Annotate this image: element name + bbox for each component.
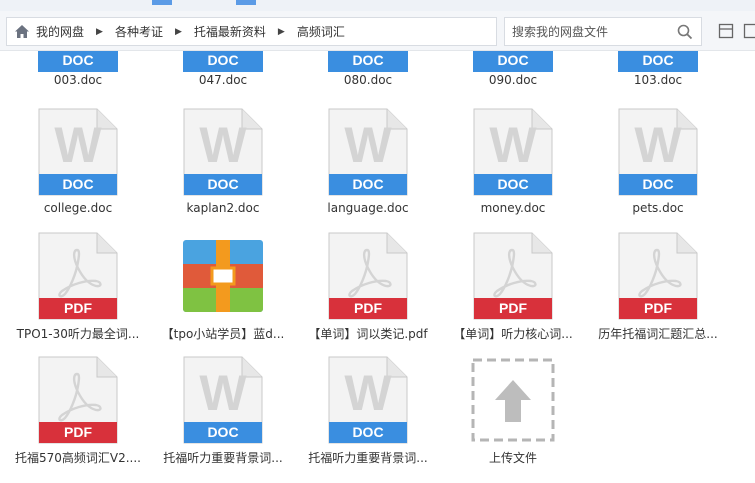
file-item[interactable]: W DOC 托福听力重要背景词... xyxy=(298,356,438,466)
file-name: language.doc xyxy=(327,201,409,215)
file-type-badge: DOC xyxy=(618,51,698,72)
file-type-badge: DOC xyxy=(497,176,529,192)
file-type-badge: DOC xyxy=(352,424,384,440)
file-name: 【单词】听力核心词... xyxy=(453,327,573,341)
file-type-badge: DOC xyxy=(207,424,239,440)
file-item[interactable]: PDF 历年托福词汇题汇总... xyxy=(588,232,728,342)
file-item[interactable]: W DOC kaplan2.doc xyxy=(153,108,293,218)
breadcrumb: 我的网盘 ▶ 各种考证 ▶ 托福最新资料 ▶ 高频词汇 xyxy=(6,17,497,46)
file-name: 103.doc xyxy=(633,73,683,87)
breadcrumb-item-toefl[interactable]: 托福最新资料 ▶ xyxy=(194,23,297,40)
file-name: college.doc xyxy=(43,201,113,215)
file-name: 【单词】词以类记.pdf xyxy=(308,327,428,341)
svg-text:W: W xyxy=(344,117,392,173)
file-name: money.doc xyxy=(480,201,546,215)
breadcrumb-label: 托福最新资料 xyxy=(193,25,266,39)
file-name: 上传文件 xyxy=(488,451,537,465)
file-type-badge: PDF xyxy=(644,300,672,316)
file-type-badge: DOC xyxy=(207,176,239,192)
file-type-badge: DOC xyxy=(473,51,553,72)
file-item[interactable]: W DOC money.doc xyxy=(443,108,583,218)
file-name: TPO1-30听力最全词... xyxy=(16,327,140,341)
file-type-badge: PDF xyxy=(64,300,92,316)
file-name: 【tpo小站学员】蓝d... xyxy=(161,327,285,341)
file-grid: DOC 003.doc DOC 047.doc DOC 080.doc DOC 090.doc… xyxy=(0,51,755,483)
file-type-badge: DOC xyxy=(183,51,263,72)
svg-text:W: W xyxy=(199,117,247,173)
breadcrumb-separator-icon: ▶ xyxy=(174,26,182,37)
breadcrumb-label: 我的网盘 xyxy=(36,25,85,39)
file-item[interactable]: DOC 103.doc xyxy=(588,51,728,91)
svg-text:W: W xyxy=(199,365,247,421)
file-name: 047.doc xyxy=(198,73,248,87)
file-item[interactable]: W DOC pets.doc xyxy=(588,108,728,218)
breadcrumb-item-current[interactable]: 高频词汇 xyxy=(297,23,345,40)
svg-text:W: W xyxy=(634,117,682,173)
breadcrumb-separator-icon: ▶ xyxy=(96,26,103,37)
file-name: 托福听力重要背景词... xyxy=(163,451,283,465)
file-name: 托福听力重要背景词... xyxy=(308,451,428,465)
file-type-badge: PDF xyxy=(499,300,527,316)
archive-file-icon xyxy=(183,232,263,320)
file-type-badge: DOC xyxy=(38,51,118,72)
file-item[interactable]: PDF TPO1-30听力最全词... xyxy=(8,232,148,342)
breadcrumb-item-root[interactable]: 我的网盘 ▶ xyxy=(31,23,115,40)
breadcrumb-label: 各种考证 xyxy=(114,25,163,39)
file-name: 003.doc xyxy=(53,73,103,87)
breadcrumb-separator-icon: ▶ xyxy=(277,26,285,37)
file-item[interactable]: W DOC 托福听力重要背景词... xyxy=(153,356,293,466)
file-name: 历年托福词汇题汇总... xyxy=(598,327,718,341)
toolbar: 我的网盘 ▶ 各种考证 ▶ 托福最新资料 ▶ 高频词汇 xyxy=(0,11,755,51)
file-type-badge: DOC xyxy=(352,176,384,192)
top-strip-marker xyxy=(152,0,172,5)
home-icon[interactable] xyxy=(13,23,31,41)
search-box xyxy=(504,17,702,46)
file-item[interactable]: PDF 托福570高频词汇V2.... xyxy=(8,356,148,466)
svg-text:W: W xyxy=(54,117,102,173)
file-type-badge: PDF xyxy=(354,300,382,316)
top-strip-marker xyxy=(236,0,256,5)
file-item[interactable]: DOC 090.doc xyxy=(443,51,583,91)
file-item[interactable]: W DOC college.doc xyxy=(8,108,148,218)
search-input[interactable] xyxy=(505,18,665,45)
svg-text:W: W xyxy=(344,365,392,421)
split-view-icon[interactable] xyxy=(718,23,736,41)
file-name: 090.doc xyxy=(488,73,538,87)
file-item[interactable]: DOC 003.doc xyxy=(8,51,148,91)
file-item[interactable]: PDF 【单词】听力核心词... xyxy=(443,232,583,342)
file-type-badge: PDF xyxy=(64,424,92,440)
search-icon[interactable] xyxy=(677,24,693,40)
window-top-strip xyxy=(0,0,755,11)
upload-icon xyxy=(471,358,555,446)
file-item[interactable]: 上传文件 xyxy=(443,356,583,466)
file-type-badge: DOC xyxy=(62,176,94,192)
grid-view-icon[interactable] xyxy=(743,23,755,41)
file-type-badge: DOC xyxy=(642,176,674,192)
file-item[interactable]: DOC 080.doc xyxy=(298,51,438,91)
file-name: 托福570高频词汇V2.... xyxy=(14,451,141,465)
file-item[interactable]: PDF 【单词】词以类记.pdf xyxy=(298,232,438,342)
breadcrumb-label: 高频词汇 xyxy=(296,25,345,39)
breadcrumb-item-exams[interactable]: 各种考证 ▶ xyxy=(115,23,194,40)
file-item[interactable]: W DOC language.doc xyxy=(298,108,438,218)
file-type-badge: DOC xyxy=(328,51,408,72)
svg-text:W: W xyxy=(489,117,537,173)
file-name: kaplan2.doc xyxy=(186,201,260,215)
file-item[interactable]: 【tpo小站学员】蓝d... xyxy=(153,232,293,342)
file-name: pets.doc xyxy=(632,201,684,215)
file-item[interactable]: DOC 047.doc xyxy=(153,51,293,91)
file-name: 080.doc xyxy=(343,73,393,87)
